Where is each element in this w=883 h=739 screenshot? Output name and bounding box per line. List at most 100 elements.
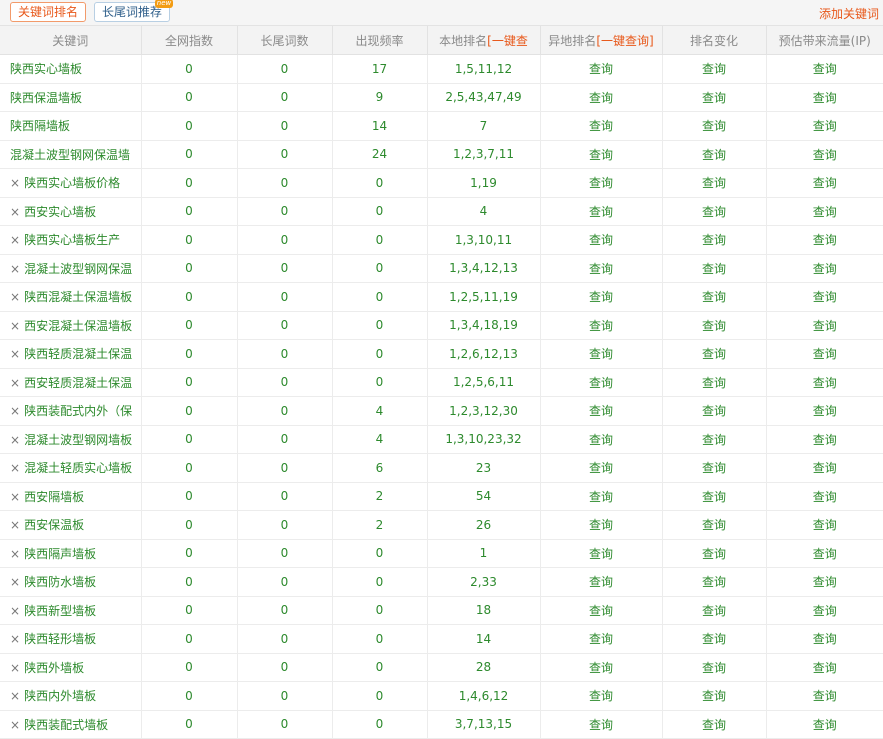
delete-keyword-icon[interactable]: × xyxy=(10,575,20,589)
remote-rank-query-button[interactable]: 查询 xyxy=(589,404,613,418)
traffic-query-button[interactable]: 查询 xyxy=(813,490,837,504)
tab-longtail-recommend[interactable]: 长尾词推荐 new xyxy=(94,0,174,22)
traffic-query-button[interactable]: 查询 xyxy=(813,661,837,675)
traffic-query-button[interactable]: 查询 xyxy=(813,148,837,162)
delete-keyword-icon[interactable]: × xyxy=(10,604,20,618)
remote-rank-query-button[interactable]: 查询 xyxy=(589,205,613,219)
remote-rank-query-button[interactable]: 查询 xyxy=(589,347,613,361)
rank-change-query-button[interactable]: 查询 xyxy=(702,689,726,703)
rank-change-query-button[interactable]: 查询 xyxy=(702,62,726,76)
remote-rank-query-button[interactable]: 查询 xyxy=(589,233,613,247)
delete-keyword-icon[interactable]: × xyxy=(10,262,20,276)
delete-keyword-icon[interactable]: × xyxy=(10,661,20,675)
local-rank-query-all-link[interactable]: [一键查 xyxy=(487,34,528,48)
traffic-query-button[interactable]: 查询 xyxy=(813,575,837,589)
traffic-query-button[interactable]: 查询 xyxy=(813,461,837,475)
rank-change-query-button[interactable]: 查询 xyxy=(702,148,726,162)
rank-change-query-button[interactable]: 查询 xyxy=(702,404,726,418)
traffic-query-button[interactable]: 查询 xyxy=(813,176,837,190)
remote-rank-query-button[interactable]: 查询 xyxy=(589,547,613,561)
delete-keyword-icon[interactable]: × xyxy=(10,404,20,418)
add-keyword-link[interactable]: 添加关键词 xyxy=(819,5,879,22)
traffic-query-button[interactable]: 查询 xyxy=(813,290,837,304)
traffic-query-button[interactable]: 查询 xyxy=(813,547,837,561)
rank-change-query-button[interactable]: 查询 xyxy=(702,319,726,333)
traffic-query-button[interactable]: 查询 xyxy=(813,632,837,646)
remote-rank-query-button[interactable]: 查询 xyxy=(589,176,613,190)
rank-change-query-button[interactable]: 查询 xyxy=(702,205,726,219)
delete-keyword-icon[interactable]: × xyxy=(10,490,20,504)
delete-keyword-icon[interactable]: × xyxy=(10,547,20,561)
remote-rank-query-button[interactable]: 查询 xyxy=(589,319,613,333)
traffic-query-button[interactable]: 查询 xyxy=(813,233,837,247)
traffic-query-button[interactable]: 查询 xyxy=(813,91,837,105)
delete-keyword-icon[interactable]: × xyxy=(10,689,20,703)
rank-change-query-button[interactable]: 查询 xyxy=(702,176,726,190)
remote-rank-query-button[interactable]: 查询 xyxy=(589,290,613,304)
rank-change-query-button[interactable]: 查询 xyxy=(702,490,726,504)
rank-change-query-button[interactable]: 查询 xyxy=(702,518,726,532)
delete-keyword-icon[interactable]: × xyxy=(10,319,20,333)
rank-change-query-button[interactable]: 查询 xyxy=(702,718,726,732)
remote-rank-query-button[interactable]: 查询 xyxy=(589,661,613,675)
rank-change-query-button[interactable]: 查询 xyxy=(702,262,726,276)
remote-rank-query-button[interactable]: 查询 xyxy=(589,148,613,162)
delete-keyword-icon[interactable]: × xyxy=(10,205,20,219)
traffic-query-button[interactable]: 查询 xyxy=(813,347,837,361)
traffic-query-button[interactable]: 查询 xyxy=(813,433,837,447)
remote-rank-query-button[interactable]: 查询 xyxy=(589,461,613,475)
traffic-query-button[interactable]: 查询 xyxy=(813,404,837,418)
remote-rank-query-button[interactable]: 查询 xyxy=(589,262,613,276)
remote-rank-query-button[interactable]: 查询 xyxy=(589,433,613,447)
rank-change-query-button[interactable]: 查询 xyxy=(702,604,726,618)
remote-rank-query-button[interactable]: 查询 xyxy=(589,91,613,105)
traffic-query-button[interactable]: 查询 xyxy=(813,718,837,732)
traffic-query-button[interactable]: 查询 xyxy=(813,689,837,703)
rank-change-query-button[interactable]: 查询 xyxy=(702,347,726,361)
traffic-query-button[interactable]: 查询 xyxy=(813,262,837,276)
keyword-cell: × 陕西隔声墙板 xyxy=(0,539,142,568)
rank-change-query-button[interactable]: 查询 xyxy=(702,119,726,133)
rank-change-query-button[interactable]: 查询 xyxy=(702,547,726,561)
delete-keyword-icon[interactable]: × xyxy=(10,433,20,447)
rank-change-query-button[interactable]: 查询 xyxy=(702,632,726,646)
delete-keyword-icon[interactable]: × xyxy=(10,518,20,532)
delete-keyword-icon[interactable]: × xyxy=(10,632,20,646)
delete-keyword-icon[interactable]: × xyxy=(10,233,20,247)
remote-rank-query-button[interactable]: 查询 xyxy=(589,689,613,703)
remote-rank-query-button[interactable]: 查询 xyxy=(589,518,613,532)
traffic-query-button[interactable]: 查询 xyxy=(813,376,837,390)
remote-rank-query-button[interactable]: 查询 xyxy=(589,376,613,390)
traffic-query-button[interactable]: 查询 xyxy=(813,205,837,219)
rank-change-query-button[interactable]: 查询 xyxy=(702,290,726,304)
rank-change-query-button[interactable]: 查询 xyxy=(702,91,726,105)
rank-change-query-button[interactable]: 查询 xyxy=(702,433,726,447)
delete-keyword-icon[interactable]: × xyxy=(10,290,20,304)
delete-keyword-icon[interactable]: × xyxy=(10,347,20,361)
remote-rank-query-button[interactable]: 查询 xyxy=(589,632,613,646)
rank-change-query-button[interactable]: 查询 xyxy=(702,233,726,247)
table-row: 陕西实心墙板 0 0 17 1,5,11,12 查询 查询 查询 xyxy=(0,54,883,84)
remote-rank-query-button[interactable]: 查询 xyxy=(589,604,613,618)
remote-rank-query-button[interactable]: 查询 xyxy=(589,62,613,76)
rank-change-query-button[interactable]: 查询 xyxy=(702,661,726,675)
traffic-query-button[interactable]: 查询 xyxy=(813,319,837,333)
remote-rank-query-button[interactable]: 查询 xyxy=(589,119,613,133)
remote-rank-query-all-link[interactable]: [一键查询] xyxy=(596,34,653,48)
delete-keyword-icon[interactable]: × xyxy=(10,718,20,732)
rank-change-query-button[interactable]: 查询 xyxy=(702,376,726,390)
rank-change-query-button[interactable]: 查询 xyxy=(702,575,726,589)
rank-change-query-button[interactable]: 查询 xyxy=(702,461,726,475)
tab-keyword-ranking[interactable]: 关键词排名 xyxy=(10,2,87,22)
delete-keyword-icon[interactable]: × xyxy=(10,461,20,475)
delete-keyword-icon[interactable]: × xyxy=(10,376,20,390)
traffic-query-button[interactable]: 查询 xyxy=(813,604,837,618)
delete-keyword-icon[interactable]: × xyxy=(10,176,20,190)
rank-change-query-cell: 查询 xyxy=(662,197,767,226)
traffic-query-button[interactable]: 查询 xyxy=(813,62,837,76)
remote-rank-query-button[interactable]: 查询 xyxy=(589,490,613,504)
traffic-query-button[interactable]: 查询 xyxy=(813,518,837,532)
remote-rank-query-button[interactable]: 查询 xyxy=(589,575,613,589)
remote-rank-query-button[interactable]: 查询 xyxy=(589,718,613,732)
traffic-query-button[interactable]: 查询 xyxy=(813,119,837,133)
